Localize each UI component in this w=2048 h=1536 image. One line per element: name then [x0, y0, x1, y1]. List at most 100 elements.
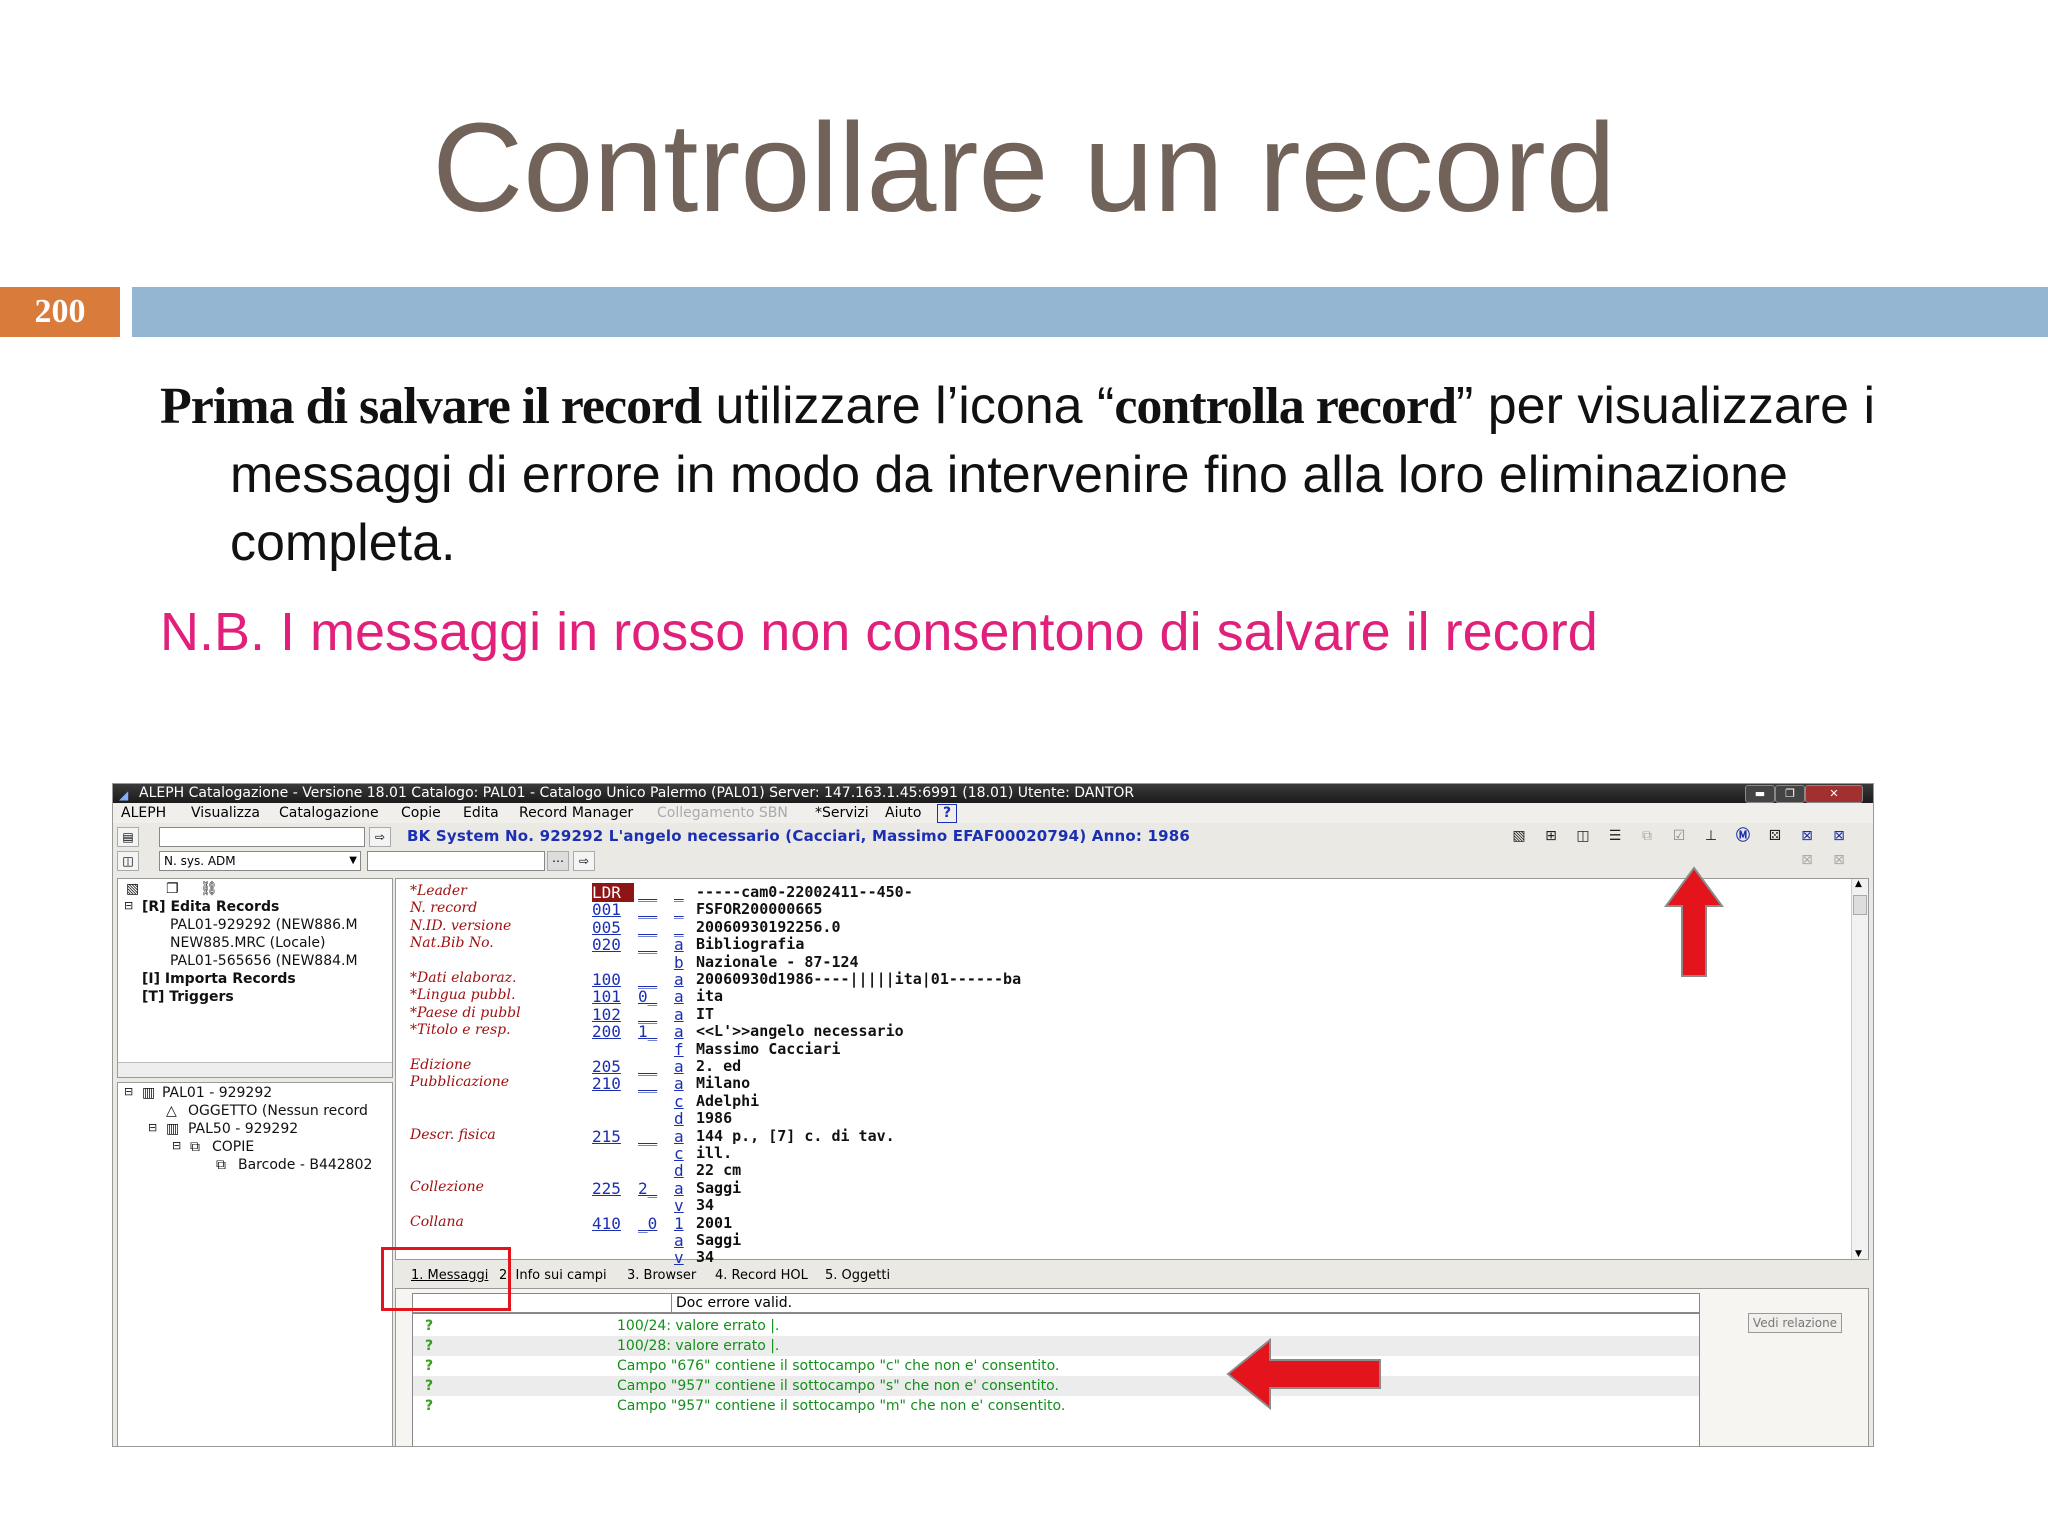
subfield-code[interactable]: a [674, 935, 688, 954]
messages-list[interactable]: ? 100/24: valore errato |.? 100/28: valore… [412, 1313, 1700, 1446]
dice-icon[interactable]: ⚄ [1765, 827, 1785, 845]
field-indicators[interactable]: __ [638, 900, 666, 919]
field-value[interactable]: 2. ed [696, 1057, 741, 1075]
field-value[interactable]: ita [696, 987, 723, 1005]
list-icon[interactable]: ☰ [1605, 827, 1625, 845]
new-record-icon[interactable]: ▧ [1509, 827, 1529, 845]
field-value[interactable]: Bibliografia [696, 935, 804, 953]
subfield-code[interactable]: d [674, 1109, 688, 1128]
horizontal-scrollbar[interactable] [118, 1062, 392, 1077]
close-pane-icon[interactable]: ⊠ [1797, 851, 1817, 869]
split-icon[interactable]: ⊥ [1701, 827, 1721, 845]
message-row[interactable]: ? 100/24: valore errato |. [413, 1316, 1699, 1336]
field-tag[interactable]: 205 [592, 1057, 634, 1076]
field-tag[interactable]: 215 [592, 1127, 634, 1146]
record-id-input[interactable] [159, 827, 365, 847]
search-type-select[interactable]: N. sys. ADM ▼ [159, 851, 361, 871]
subfield-code[interactable]: a [674, 987, 688, 1006]
menu-edita[interactable]: Edita [463, 803, 499, 823]
field-indicators[interactable]: 2_ [638, 1179, 666, 1198]
tab-info-campi[interactable]: 2. Info sui campi [499, 1268, 607, 1283]
field-tag[interactable]: 020 [592, 935, 634, 954]
binoculars-icon[interactable]: ⛓ [200, 881, 218, 897]
field-tag[interactable]: 200 [592, 1022, 634, 1041]
help-icon[interactable]: ? [937, 804, 957, 823]
scroll-up-icon[interactable]: ▲ [1855, 879, 1862, 889]
subfield-code[interactable]: 1 [674, 1214, 688, 1233]
field-value[interactable]: Massimo Cacciari [696, 1040, 841, 1058]
field-value[interactable]: <<L'>>angelo necessario [696, 1022, 904, 1040]
menu-aleph[interactable]: ALEPH [121, 803, 166, 823]
collapse-icon[interactable]: ⊟ [148, 1121, 157, 1134]
field-value[interactable]: FSFOR200000665 [696, 900, 822, 918]
subfield-code[interactable]: a [674, 1057, 688, 1076]
more-options-icon[interactable]: ⋯ [547, 851, 569, 871]
field-value[interactable]: IT [696, 1005, 714, 1023]
tree-item-record-2[interactable]: NEW885.MRC (Locale) [170, 935, 326, 951]
subfield-code[interactable]: f [674, 1040, 688, 1059]
field-value[interactable]: -----cam0-22002411--450- [696, 883, 913, 901]
tab-oggetti[interactable]: 5. Oggetti [825, 1268, 890, 1283]
field-indicators[interactable]: __ [638, 1057, 666, 1076]
copy-icon[interactable]: ⧉ [1637, 827, 1657, 845]
field-tag[interactable]: 100 [592, 970, 634, 989]
field-indicators[interactable]: _0 [638, 1214, 666, 1233]
search-input[interactable] [367, 851, 545, 871]
tree-item-record-3[interactable]: PAL01-565656 (NEW884.M [170, 953, 358, 969]
scroll-thumb[interactable] [1853, 895, 1867, 915]
delete-field-icon[interactable]: ⊠ [1797, 827, 1817, 845]
tab-browser[interactable]: 3. Browser [627, 1268, 696, 1283]
field-value[interactable]: 20060930192256.0 [696, 918, 841, 936]
field-value[interactable]: 34 [696, 1196, 714, 1214]
vertical-scrollbar[interactable]: ▲ ▼ [1851, 879, 1868, 1259]
menu-copie[interactable]: Copie [401, 803, 441, 823]
field-indicators[interactable]: __ [638, 1074, 666, 1093]
field-indicators[interactable]: 1_ [638, 1022, 666, 1041]
field-indicators[interactable]: __ [638, 918, 666, 937]
field-value[interactable]: Saggi [696, 1179, 741, 1197]
field-value[interactable]: 20060930d1986----|||||ita|01------ba [696, 970, 1021, 988]
tree-view-icon[interactable]: ⊞ [1541, 827, 1561, 845]
close-button[interactable]: ✕ [1805, 785, 1863, 803]
subfield-code[interactable]: v [674, 1196, 688, 1215]
check-record-icon[interactable]: ☑ [1669, 827, 1689, 845]
tree-copie[interactable]: COPIE [212, 1139, 254, 1155]
collapse-icon[interactable]: ⊟ [124, 1085, 133, 1098]
edit-records-icon[interactable]: ▧ [126, 881, 139, 897]
subfield-code[interactable]: _ [674, 918, 688, 937]
field-tag[interactable]: 410 [592, 1214, 634, 1233]
field-value[interactable]: Saggi [696, 1231, 741, 1249]
subfield-code[interactable]: d [674, 1161, 688, 1180]
record-editor[interactable]: *Leader LDR __ _ -----cam0-22002411--450- N. … [395, 878, 1869, 1267]
field-value[interactable]: Milano [696, 1074, 750, 1092]
subfield-code[interactable]: c [674, 1092, 688, 1111]
subfield-code[interactable]: a [674, 1231, 688, 1250]
tree-pal50[interactable]: PAL50 - 929292 [188, 1121, 298, 1137]
field-tag[interactable]: 005 [592, 918, 634, 937]
field-tag[interactable]: 102 [592, 1005, 634, 1024]
menu-servizi[interactable]: *Servizi [815, 803, 869, 823]
message-row[interactable]: ? Campo "957" contiene il sottocampo "s" … [413, 1376, 1699, 1396]
menu-aiuto[interactable]: Aiuto [885, 803, 921, 823]
minimize-button[interactable]: ▬ [1745, 785, 1775, 803]
subfield-code[interactable]: a [674, 1179, 688, 1198]
subfield-code[interactable]: a [674, 1074, 688, 1093]
field-indicators[interactable]: __ [638, 1127, 666, 1146]
menu-record-manager[interactable]: Record Manager [519, 803, 633, 823]
field-value[interactable]: ill. [696, 1144, 732, 1162]
message-row[interactable]: ? 100/28: valore errato |. [413, 1336, 1699, 1356]
tree-edit-records[interactable]: [R] Edita Records [142, 899, 279, 915]
delete-subfield-icon[interactable]: ⊠ [1829, 827, 1849, 845]
subfield-code[interactable]: a [674, 970, 688, 989]
field-value[interactable]: Adelphi [696, 1092, 759, 1110]
window-icon[interactable]: ❐ [166, 881, 179, 897]
marc-icon[interactable]: Ⓜ [1733, 827, 1753, 845]
subfield-code[interactable]: _ [674, 900, 688, 919]
close-all-icon[interactable]: ⊠ [1829, 851, 1849, 869]
subfield-code[interactable]: _ [674, 883, 688, 902]
field-tag[interactable]: 001 [592, 900, 634, 919]
tree-import-records[interactable]: [I] Importa Records [142, 971, 296, 987]
collapse-icon[interactable]: ⊟ [124, 899, 133, 912]
search-icon[interactable]: ◫ [117, 851, 139, 871]
field-indicators[interactable]: 0_ [638, 987, 666, 1006]
